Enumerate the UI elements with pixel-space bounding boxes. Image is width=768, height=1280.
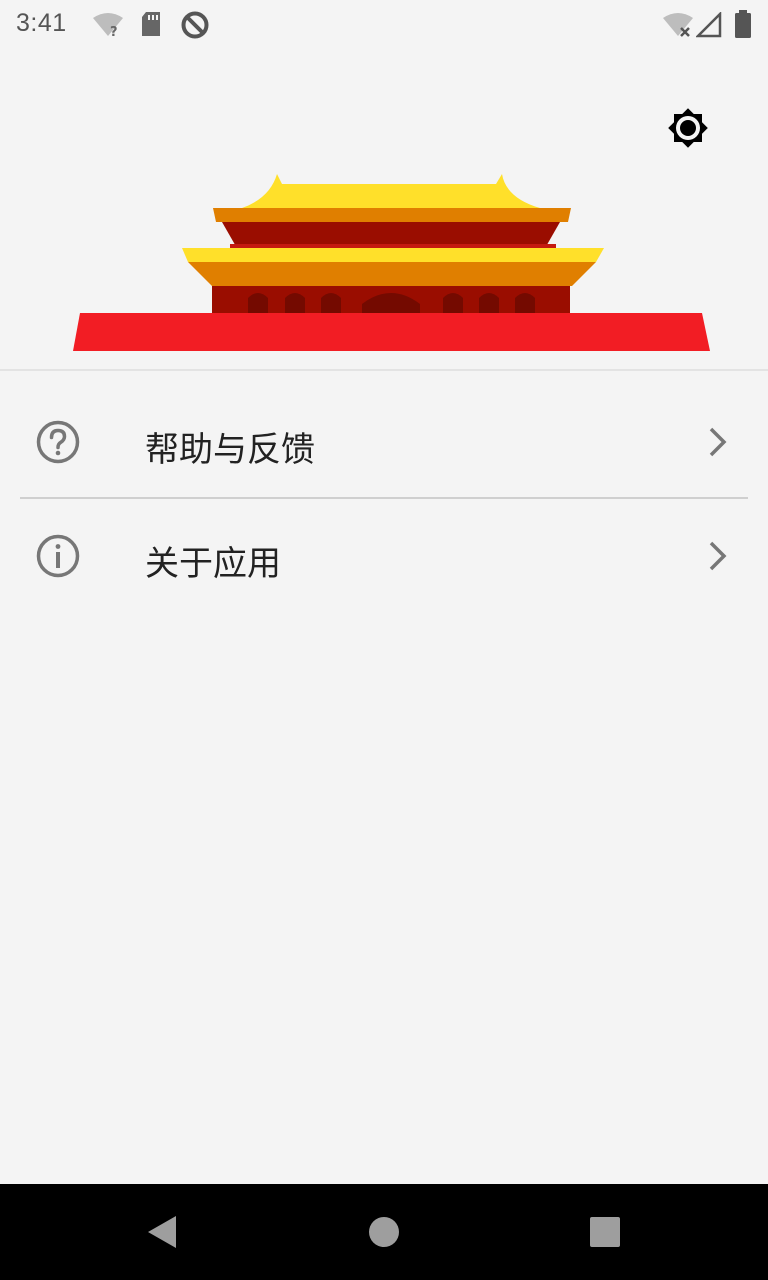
wifi-unknown-icon: ? [93,13,123,38]
tiananmen-gate-illustration [73,174,710,351]
cell-signal-icon [696,12,722,38]
brightness-button[interactable] [660,100,716,156]
chevron-right-icon [709,427,727,457]
navigation-bar [0,1184,768,1280]
back-icon[interactable] [144,1214,180,1250]
battery-icon [735,10,751,38]
status-time: 3:41 [16,9,67,37]
brightness-icon [668,108,708,148]
sd-card-icon [142,12,160,36]
menu-divider [20,497,748,499]
help-circle-icon [36,420,80,464]
recents-icon[interactable] [588,1215,622,1249]
menu-item-label: 帮助与反馈 [145,430,315,470]
menu-item-label: 关于应用 [145,544,281,584]
home-icon[interactable] [366,1214,402,1250]
status-bar: 3:41 ? [0,0,768,48]
svg-text:?: ? [110,25,118,38]
info-circle-icon [36,534,80,578]
menu-item-about-app[interactable]: 关于应用 [0,500,768,612]
header-divider [0,369,768,371]
menu-item-help-feedback[interactable]: 帮助与反馈 [0,386,768,498]
chevron-right-icon [709,541,727,571]
data-saver-icon [181,11,209,39]
wifi-off-icon [663,13,693,37]
